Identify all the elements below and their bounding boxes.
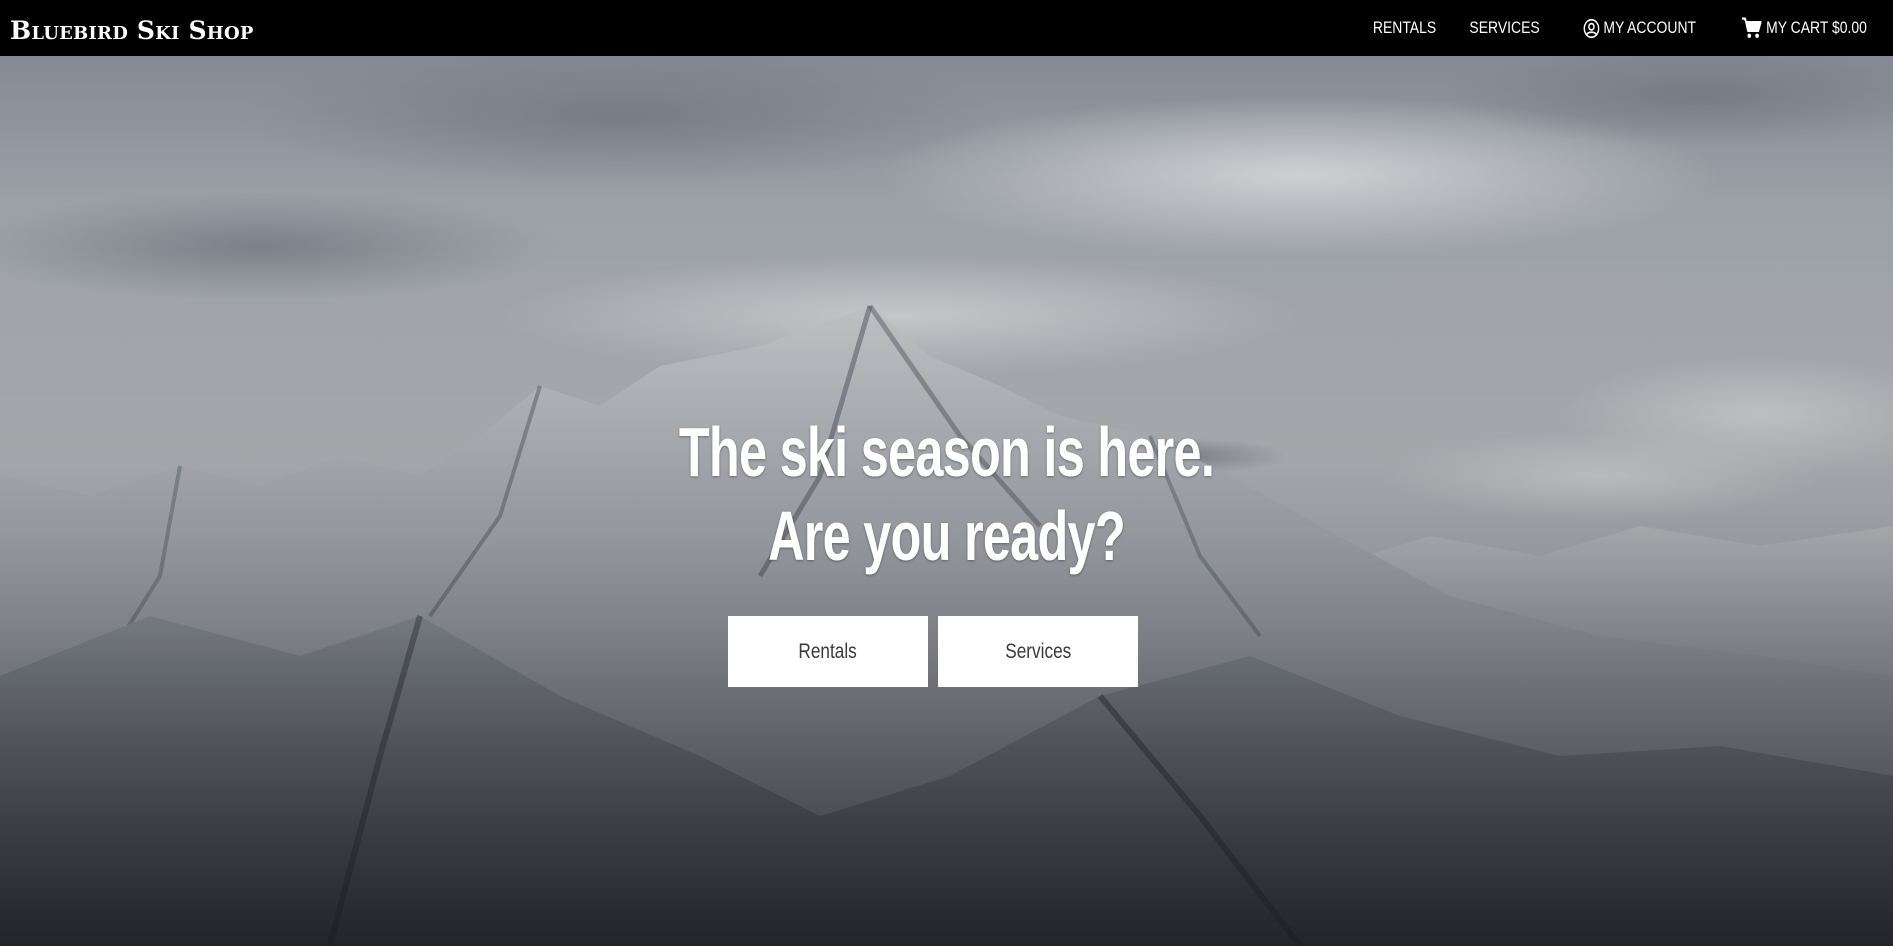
- services-button-label: Services: [1004, 639, 1072, 663]
- nav-links: RENTALS SERVICES MY ACCOUNT MY CART $0.0…: [1341, 0, 1867, 56]
- nav-my-account-label: MY ACCOUNT: [1603, 18, 1697, 37]
- shopping-cart-icon: [1742, 17, 1763, 39]
- top-navbar: Bluebird Ski Shop RENTALS SERVICES MY AC…: [0, 0, 1893, 56]
- hero-headline: The ski season is here. Are you ready?: [265, 410, 1628, 578]
- hero-cta-row: Rentals Services: [728, 616, 1138, 687]
- account-circle-icon: [1583, 18, 1600, 39]
- rentals-button[interactable]: Rentals: [728, 616, 928, 687]
- rentals-button-label: Rentals: [798, 639, 858, 663]
- nav-my-cart-label: MY CART $0.00: [1766, 18, 1867, 37]
- nav-services-label: SERVICES: [1469, 18, 1541, 37]
- hero-section: The ski season is here. Are you ready? R…: [0, 56, 1893, 946]
- nav-my-account-link[interactable]: MY ACCOUNT: [1583, 18, 1696, 39]
- nav-services-link[interactable]: SERVICES: [1470, 18, 1540, 38]
- nav-rentals-link[interactable]: RENTALS: [1373, 18, 1436, 38]
- services-button[interactable]: Services: [938, 616, 1138, 687]
- hero-content: The ski season is here. Are you ready? R…: [0, 56, 1893, 946]
- nav-rentals-label: RENTALS: [1373, 18, 1437, 37]
- hero-headline-line1: The ski season is here.: [678, 413, 1215, 491]
- nav-my-cart-link[interactable]: MY CART $0.00: [1742, 17, 1867, 39]
- hero-headline-line2: Are you ready?: [768, 497, 1126, 575]
- brand-logo-link[interactable]: Bluebird Ski Shop: [10, 16, 254, 45]
